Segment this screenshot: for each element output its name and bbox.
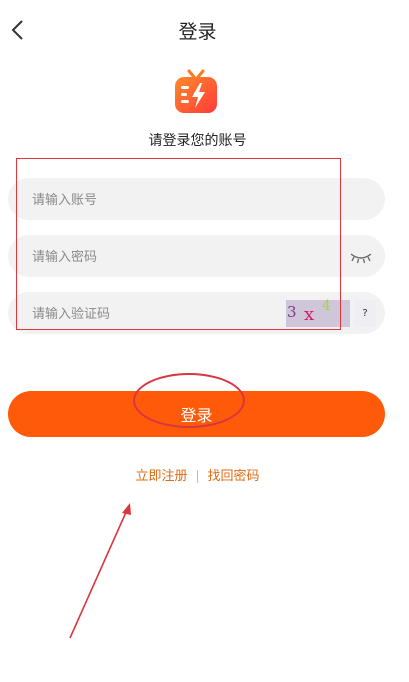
captcha-input[interactable] [30,292,264,336]
annotation-arrow [69,503,131,639]
link-separator: | [195,469,200,483]
page-title: 登录 [178,21,217,43]
captcha-char: 3 [287,303,297,321]
auth-links: 立即注册 | 找回密码 [0,465,395,484]
eye-closed-icon[interactable] [349,247,373,265]
register-link[interactable]: 立即注册 [135,469,187,484]
login-subtitle: 请登录您的账号 [148,133,247,149]
captcha-char: x [304,304,315,325]
forgot-password-link[interactable]: 找回密码 [208,469,260,484]
captcha-char: 4 [322,298,331,314]
captcha-refresh-button[interactable]: ? [354,300,376,327]
app-logo-icon [175,69,217,113]
password-input[interactable] [30,235,274,279]
captcha-image[interactable]: 3 x 4 [286,298,350,327]
account-input[interactable] [30,178,274,222]
login-button[interactable]: 登录 [8,391,385,437]
captcha-field: 3 x 4 ? [8,292,385,336]
password-field [8,235,385,279]
account-field [8,178,385,222]
